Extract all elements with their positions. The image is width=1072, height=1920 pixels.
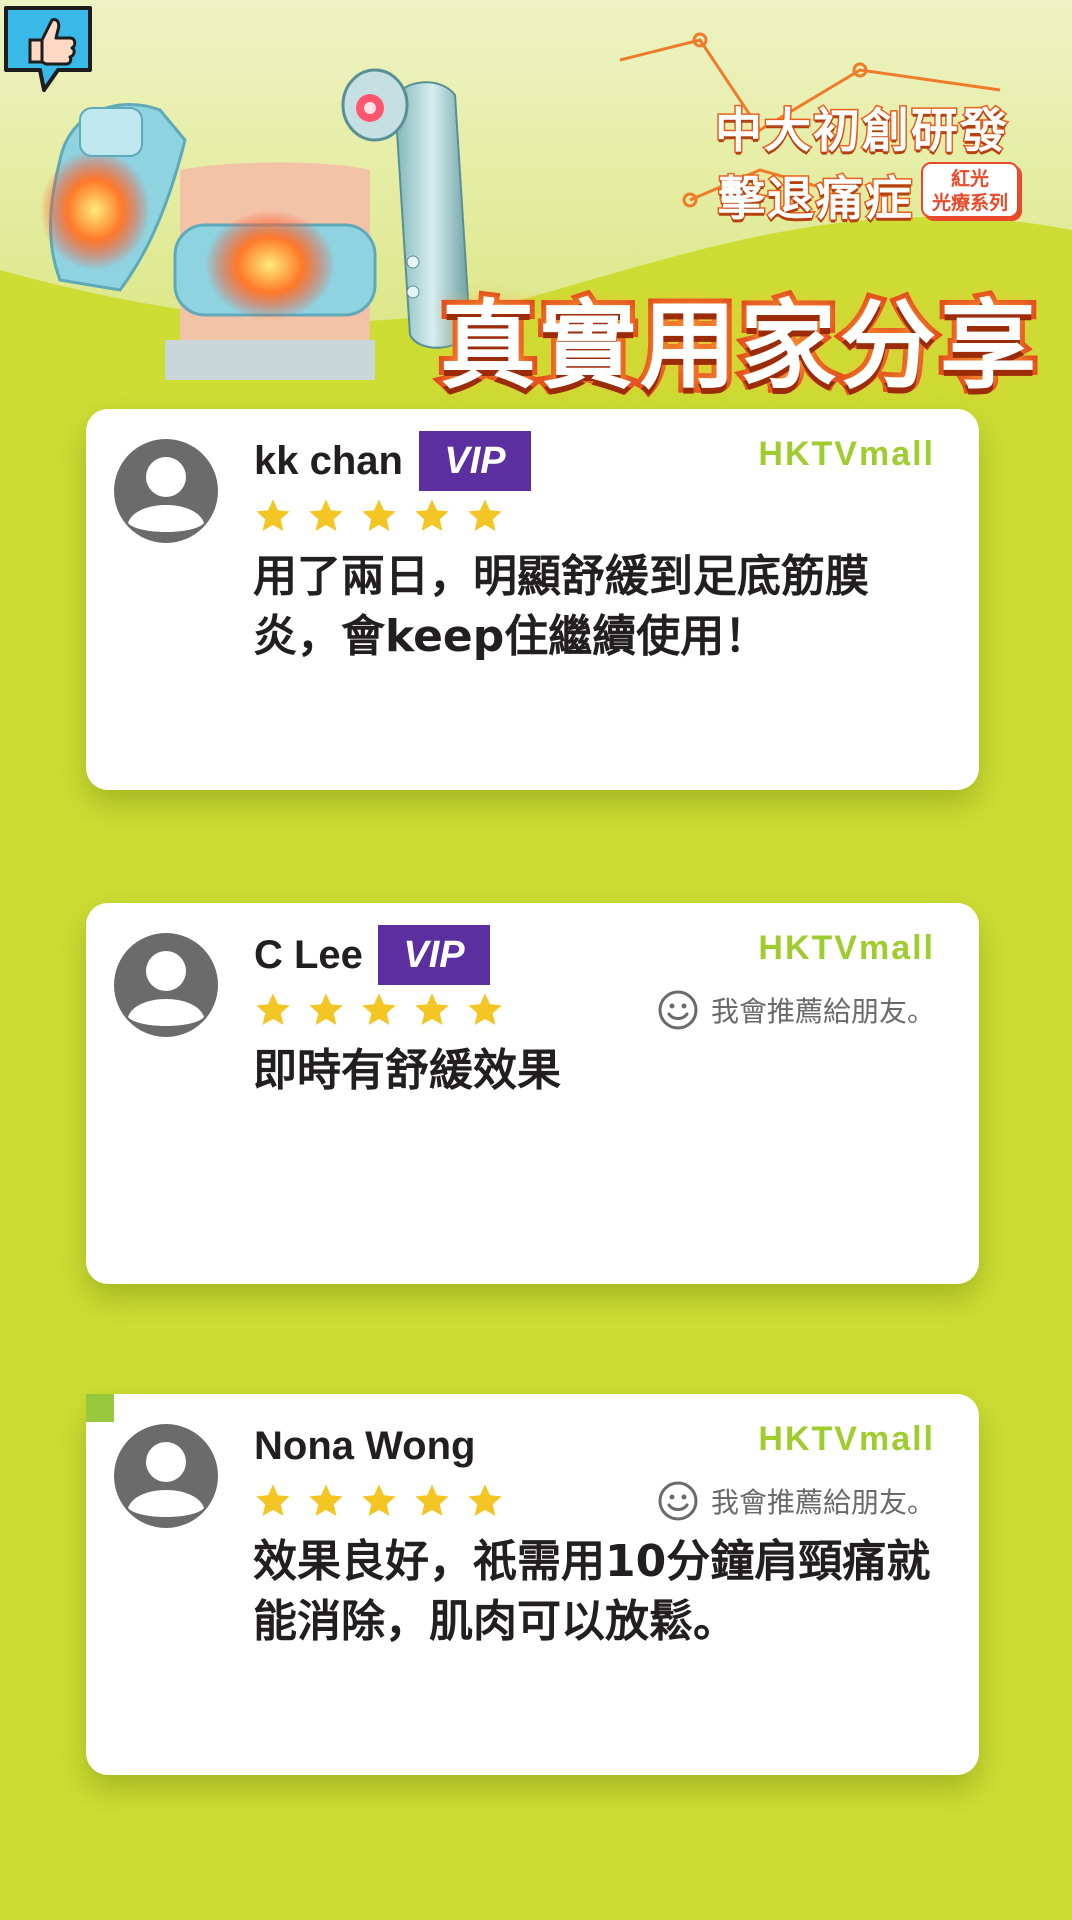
star-icon [362, 499, 396, 532]
series-badge: 紅光 光療系列 [921, 162, 1019, 218]
corner-accent [86, 1394, 114, 1422]
recommend-text: 我會推薦給朋友。 [710, 1486, 935, 1519]
page-title: 真實用家分享 [435, 285, 1041, 407]
recommend-text: 我會推薦給朋友。 [710, 995, 935, 1028]
star-icon [256, 499, 290, 532]
star-icon [415, 993, 449, 1026]
vip-badge: VIP [419, 431, 531, 491]
reviewer-name: C Lee [254, 933, 363, 977]
star-icon [468, 1484, 502, 1517]
avatar-icon [114, 933, 218, 1037]
avatar-icon [114, 1424, 218, 1528]
slogan-line-2: 擊退痛症 [717, 171, 914, 229]
review-text: 即時有舒緩效果 [253, 1045, 561, 1096]
avatar-icon [114, 439, 218, 543]
star-icon [256, 1484, 290, 1517]
star-icon [362, 993, 396, 1026]
smile-icon [658, 1481, 698, 1521]
star-icon [309, 499, 343, 532]
series-badge-line-2: 光療系列 [931, 192, 1008, 214]
star-icon [468, 499, 502, 532]
hero-banner: 中大初創研發 擊退痛症 紅光 光療系列 真實用家分享 [0, 0, 1072, 420]
store-name: HKTVmall [758, 929, 935, 967]
recommend-note: 我會推薦給朋友。 [657, 1480, 935, 1522]
star-icon [415, 1484, 449, 1517]
star-icon [415, 499, 449, 532]
store-name: HKTVmall [758, 435, 935, 473]
slogan-line-1: 中大初創研發 [714, 103, 1009, 161]
review-card: Nona Wong HKTVmall 我會推薦給朋友。 效果良好，祇需用10分鐘… [86, 1394, 979, 1775]
reviewer-name: kk chan [254, 439, 403, 483]
star-rating [254, 991, 504, 1029]
review-card: kk chan VIP HKTVmall 用了兩日，明顯舒緩到足底筋膜炎，會ke… [86, 409, 979, 790]
review-text: 用了兩日，明顯舒緩到足底筋膜炎，會keep住繼續使用！ [253, 551, 869, 662]
star-icon [362, 1484, 396, 1517]
star-rating [254, 497, 504, 535]
vip-badge: VIP [378, 925, 490, 985]
star-icon [309, 993, 343, 1026]
thumbs-up-icon [4, 6, 92, 92]
star-icon [256, 993, 290, 1026]
recommend-note: 我會推薦給朋友。 [657, 989, 935, 1031]
reviewer-name: Nona Wong [254, 1424, 476, 1468]
series-badge-line-1: 紅光 [950, 168, 989, 190]
review-text: 效果良好，祇需用10分鐘肩頸痛就能消除，肌肉可以放鬆。 [253, 1536, 931, 1647]
star-icon [309, 1484, 343, 1517]
store-name: HKTVmall [758, 1420, 935, 1458]
review-card: C Lee VIP HKTVmall 我會推薦給朋友。 即時有舒緩效果 [86, 903, 979, 1284]
smile-icon [658, 990, 698, 1030]
star-icon [468, 993, 502, 1026]
star-rating [254, 1482, 504, 1520]
waist-belt-image [165, 162, 377, 380]
